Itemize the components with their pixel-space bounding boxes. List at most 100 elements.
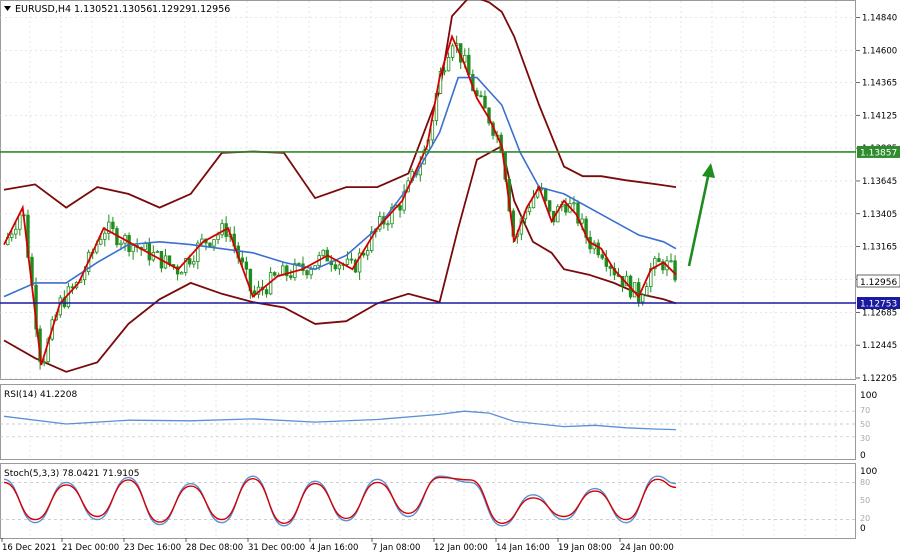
candle-body (596, 242, 600, 256)
time-tick-label: 31 Dec 00:00 (248, 543, 305, 553)
candle-body (18, 214, 22, 230)
candle-body (636, 282, 641, 303)
candle-body (580, 218, 584, 224)
candle-body (147, 243, 151, 261)
candle-body (572, 202, 576, 205)
candle-body (289, 275, 293, 278)
support-price-tag: 1.12753 (857, 297, 900, 310)
rsi-axis-30: 30 (860, 434, 870, 443)
candle-body (547, 200, 552, 212)
candle-body (345, 258, 350, 265)
ohlc-high: 1.13056 (113, 4, 152, 15)
rsi-axis-70: 70 (860, 406, 870, 415)
rsi-label: RSI(14) 41.2208 (4, 390, 77, 400)
time-tick-label: 23 Dec 16:00 (124, 543, 181, 553)
candle-body (272, 272, 277, 276)
candle-body (333, 264, 338, 270)
price-tick-label: 1.12685 (862, 308, 897, 318)
stoch-axis-100: 100 (860, 467, 877, 477)
candle-body (645, 286, 649, 296)
price-tick-label: 1.14600 (862, 46, 897, 56)
candle-body (305, 270, 309, 276)
rsi-panel: RSI(14) 41.2208 100 70 50 30 0 (0, 390, 877, 461)
candle-body (641, 294, 645, 303)
indicator-lines (3, 34, 677, 366)
price-tick-label: 1.12205 (862, 374, 897, 384)
candle-body (208, 242, 212, 247)
time-tick-label: 28 Dec 08:00 (186, 543, 243, 553)
price-tick-label: 1.12445 (862, 341, 897, 351)
candle-body (103, 232, 107, 240)
candle-body (212, 239, 216, 247)
candle-body (527, 207, 532, 213)
price-tick-label: 1.14365 (862, 78, 897, 88)
candle-body (244, 261, 249, 270)
candle-body (143, 243, 147, 250)
current-price-tag: 1.12956 (856, 274, 900, 288)
grid (0, 1, 856, 538)
resistance-price-label: 1.13857 (860, 148, 897, 158)
candle-body (119, 242, 123, 246)
stoch-axis-80: 80 (860, 478, 870, 487)
candle-body (309, 268, 313, 276)
time-tick-label: 4 Jan 16:00 (310, 543, 358, 553)
rsi-axis-50: 50 (860, 420, 870, 429)
dropdown-triangle-icon[interactable] (4, 6, 11, 11)
candle-body (446, 56, 451, 72)
candle-body (297, 263, 301, 265)
candle-body (99, 238, 103, 245)
rsi-axis-0: 0 (860, 451, 866, 461)
candle-body (42, 361, 46, 364)
candle-body (564, 204, 568, 213)
price-axis: 1.148401.146001.143651.141251.138851.136… (856, 13, 897, 384)
panel-frames (0, 0, 856, 539)
candle-body (386, 223, 390, 226)
candle-body (216, 234, 220, 241)
chart-header: EURUSD,H4 1.13052 1.13056 1.12929 1.1295… (4, 4, 230, 15)
candle-body (349, 258, 354, 261)
price-tick-label: 1.13165 (862, 243, 897, 253)
ohlc-open: 1.13052 (74, 4, 113, 15)
candle-body (479, 95, 483, 98)
candle-body (365, 250, 370, 256)
ohlc-close: 1.12956 (191, 4, 230, 15)
candle-body (10, 233, 14, 238)
candle-body (155, 251, 160, 253)
candle-body (657, 258, 661, 263)
time-tick-label: 16 Dec 2021 (2, 543, 56, 553)
candle-body (220, 223, 224, 236)
stoch-axis-0: 0 (860, 524, 866, 534)
ohlc-low: 1.12929 (152, 4, 191, 15)
rsi-axis-100: 100 (860, 391, 877, 401)
price-tick-label: 1.14840 (862, 13, 897, 23)
candle-body (179, 272, 184, 275)
stoch-axis-20: 20 (860, 514, 870, 523)
stoch-axis-50: 50 (860, 496, 870, 505)
price-tick-label: 1.13405 (862, 210, 897, 220)
candle-body (669, 260, 673, 263)
candle-body (264, 289, 269, 295)
candlesticks (6, 35, 677, 370)
candle-body (240, 257, 245, 263)
candle-body (14, 228, 18, 235)
time-tick-label: 14 Jan 16:00 (496, 543, 550, 553)
candle-body (321, 249, 325, 256)
candle-body (111, 221, 115, 229)
candle-body (131, 245, 135, 253)
uptrend-arrow-icon (687, 163, 715, 267)
price-tick-label: 1.13645 (862, 177, 897, 187)
current-price-label: 1.12956 (860, 278, 897, 288)
candle-body (673, 260, 677, 281)
candle-body (337, 264, 342, 270)
candle-body (632, 282, 637, 298)
time-tick-label: 12 Jan 00:00 (434, 543, 488, 553)
candle-body (188, 258, 192, 265)
stoch-label: Stoch(5,3,3) 78.0421 71.9105 (4, 469, 139, 479)
candle-body (442, 70, 447, 73)
symbol-label: EURUSD,H4 (15, 4, 71, 15)
time-axis: 16 Dec 2021 21 Dec 00:00 23 Dec 16:00 28 De… (1, 538, 674, 553)
price-chart[interactable]: EURUSD,H4 1.13052 1.13056 1.12929 1.1295… (0, 0, 900, 555)
resistance-price-tag: 1.13857 (857, 145, 900, 158)
rsi-panel-frame (0, 384, 856, 460)
time-tick-label: 24 Jan 00:00 (620, 543, 674, 553)
